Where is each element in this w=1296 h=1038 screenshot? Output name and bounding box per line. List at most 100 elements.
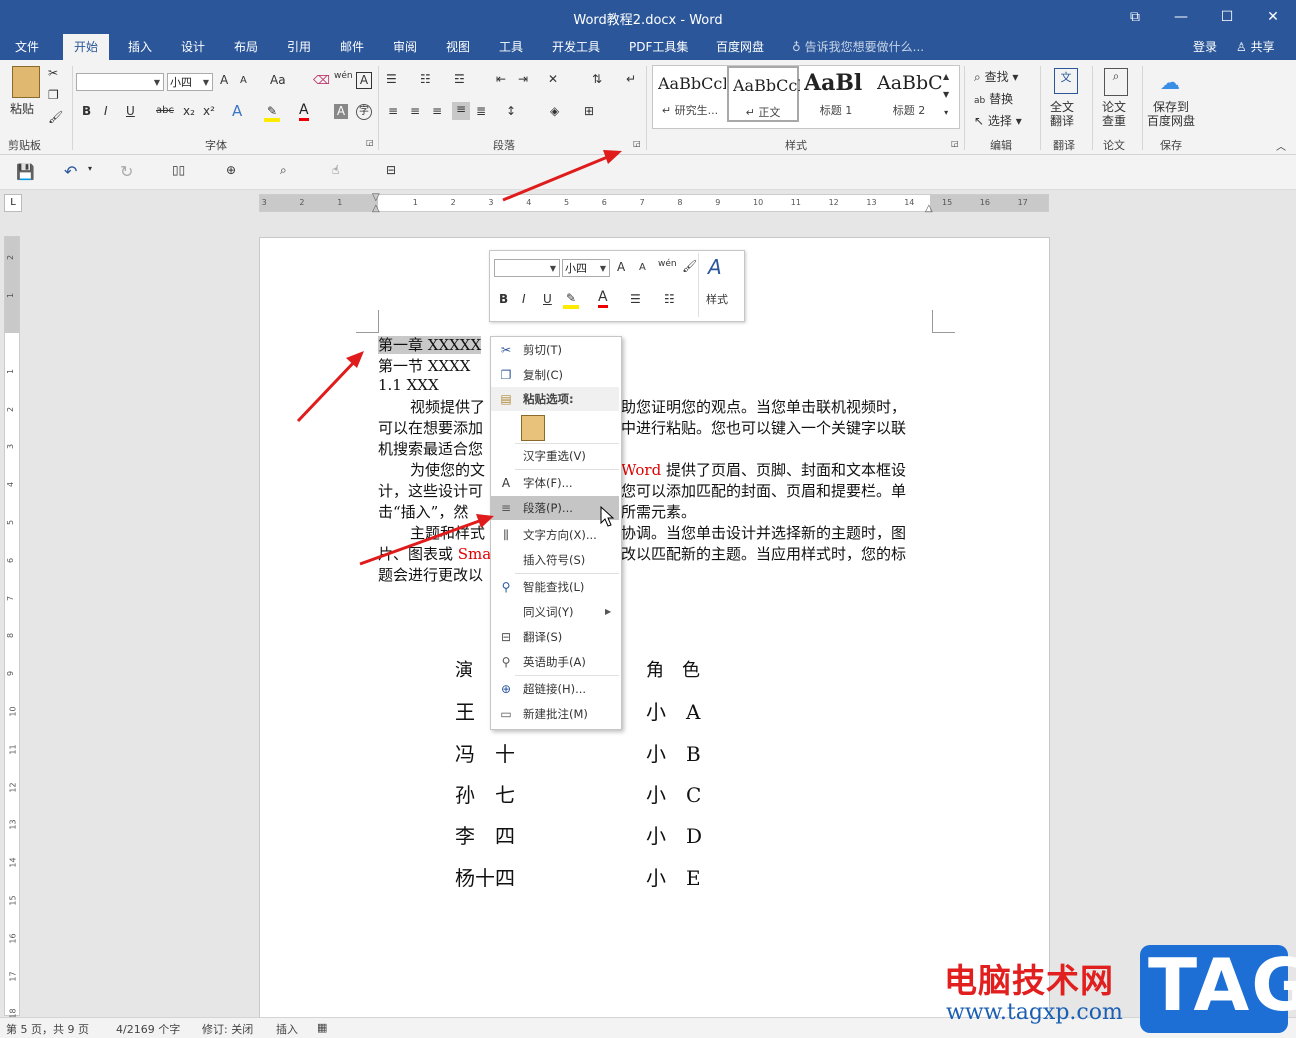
table-cell[interactable]: 杨十四 bbox=[455, 862, 515, 891]
menu-item-english-assistant[interactable]: ⚲ 英语助手(A) bbox=[491, 650, 619, 674]
tab-review[interactable]: 审阅 bbox=[393, 38, 417, 55]
tab-view[interactable]: 视图 bbox=[446, 38, 470, 55]
paper-check-icon[interactable]: ⌕ bbox=[1104, 68, 1128, 96]
style-heading-2[interactable]: AaBbC 标题 2 bbox=[873, 66, 945, 122]
track-changes-status[interactable]: 修订: 关闭 bbox=[202, 1021, 253, 1037]
tab-layout[interactable]: 布局 bbox=[234, 38, 258, 55]
translate-icon[interactable]: 文 bbox=[1054, 68, 1078, 94]
character-shading-icon[interactable]: A bbox=[334, 104, 348, 119]
menu-item-synonyms[interactable]: 同义词(Y) ▶ bbox=[491, 600, 619, 624]
mini-italic-button[interactable]: I bbox=[522, 292, 526, 306]
paste-icon[interactable] bbox=[12, 66, 40, 98]
table-cell[interactable]: 王 bbox=[455, 696, 475, 725]
login-link[interactable]: 登录 bbox=[1193, 38, 1217, 55]
para1-text[interactable]: 可以在想要添加 bbox=[378, 417, 483, 438]
vertical-ruler[interactable]: 2 1 1 2 3 4 5 6 7 8 9 10 11 12 13 14 15 16 17 18 bbox=[4, 236, 20, 1019]
change-case-icon[interactable]: Aa bbox=[270, 73, 286, 87]
para3-text[interactable]: 协调。当您单击设计并选择新的主题时，图 bbox=[621, 522, 906, 543]
paper-check-button[interactable]: 论文 查重 bbox=[1102, 100, 1126, 128]
replace-button[interactable]: ab 替换 bbox=[974, 90, 1013, 107]
styles-dialog-launcher-icon[interactable]: ◲ bbox=[951, 139, 959, 148]
justify-icon[interactable]: ≡ bbox=[452, 102, 470, 120]
tab-references[interactable]: 引用 bbox=[287, 38, 311, 55]
insert-mode-status[interactable]: 插入 bbox=[276, 1021, 298, 1037]
para1-text[interactable]: 机搜索最适合您 bbox=[378, 438, 483, 459]
section-heading[interactable]: 第一节 XXXX bbox=[378, 355, 470, 376]
font-dialog-launcher-icon[interactable]: ◲ bbox=[366, 138, 374, 147]
mini-font-name-combo[interactable]: ▼ bbox=[494, 259, 560, 277]
mini-underline-button[interactable]: U bbox=[543, 292, 552, 306]
tab-pdf-tools[interactable]: PDF工具集 bbox=[629, 38, 688, 55]
multilevel-list-icon[interactable]: ☲ bbox=[454, 72, 465, 86]
share-button[interactable]: ♙ 共享 bbox=[1236, 38, 1275, 55]
ribbon-display-icon[interactable]: ⧉ bbox=[1120, 6, 1150, 28]
menu-item-smart-lookup[interactable]: ⚲ 智能查找(L) bbox=[491, 575, 619, 599]
tab-tools[interactable]: 工具 bbox=[499, 38, 523, 55]
numbering-icon[interactable]: ☷ bbox=[420, 72, 431, 86]
line-spacing-icon[interactable]: ↕ bbox=[506, 104, 516, 118]
highlight-icon[interactable]: ✎ bbox=[264, 104, 280, 122]
font-color-icon[interactable]: A bbox=[299, 102, 309, 121]
clear-format-icon[interactable]: ⌫ bbox=[313, 73, 330, 87]
enclose-character-icon[interactable]: 字 bbox=[356, 104, 372, 120]
shading-icon[interactable]: ◈ bbox=[550, 104, 559, 118]
mini-highlight-icon[interactable]: ✎ bbox=[563, 291, 579, 309]
redo-icon[interactable]: ↻ bbox=[120, 162, 133, 181]
mini-font-color-icon[interactable]: A bbox=[598, 289, 608, 308]
table-cell[interactable]: 小 B bbox=[646, 738, 701, 767]
mini-grow-font-icon[interactable]: A bbox=[617, 260, 625, 274]
character-border-icon[interactable]: A bbox=[356, 72, 372, 89]
tab-file[interactable]: 文件 bbox=[15, 38, 39, 55]
tell-me-search[interactable]: ♁ 告诉我您想要做什么... bbox=[792, 38, 924, 55]
mini-numbering-icon[interactable]: ☷ bbox=[664, 292, 675, 306]
para3-text[interactable]: 题会进行更改以 bbox=[378, 564, 483, 585]
mini-bullets-icon[interactable]: ☰ bbox=[630, 292, 641, 306]
para3-text[interactable]: 主题和样式 bbox=[410, 522, 485, 543]
sort-icon[interactable]: ⇅ bbox=[592, 72, 602, 86]
tab-developer[interactable]: 开发工具 bbox=[552, 38, 600, 55]
close-button[interactable]: ✕ bbox=[1258, 6, 1288, 28]
minimize-button[interactable]: — bbox=[1166, 6, 1196, 28]
menu-item-translate[interactable]: ⊟ 翻译(S) bbox=[491, 625, 619, 649]
mini-phonetic-icon[interactable]: wén bbox=[658, 259, 677, 269]
increase-indent-icon[interactable]: ⇥ bbox=[518, 72, 528, 86]
borders-icon[interactable]: ⊞ bbox=[584, 104, 594, 118]
decrease-indent-icon[interactable]: ⇤ bbox=[496, 72, 506, 86]
tab-home[interactable]: 开始 bbox=[63, 34, 110, 60]
subscript-button[interactable]: x₂ bbox=[183, 104, 195, 118]
collapse-ribbon-icon[interactable]: ︿ bbox=[1276, 138, 1286, 153]
para2-text[interactable]: 计，这些设计可 bbox=[378, 480, 483, 501]
menu-item-cut[interactable]: ✂ 剪切(T) bbox=[491, 338, 619, 362]
para2-text[interactable]: 为使您的文 bbox=[410, 459, 485, 480]
shrink-font-icon[interactable]: A bbox=[240, 75, 247, 86]
mini-font-size-combo[interactable]: 小四 ▼ bbox=[562, 259, 610, 277]
table-cell[interactable]: 孙 七 bbox=[455, 779, 515, 808]
mini-bold-button[interactable]: B bbox=[499, 292, 508, 306]
table-cell[interactable]: 演 bbox=[455, 656, 473, 682]
para1-text[interactable]: 助您证明您的观点。当您单击联机视频时， bbox=[621, 396, 906, 417]
macro-record-icon[interactable]: ▦ bbox=[317, 1021, 327, 1034]
style-heading-1[interactable]: AaBl 标题 1 bbox=[800, 66, 872, 122]
chapter-heading[interactable]: 第一章 XXXXX bbox=[378, 334, 482, 355]
paste-keep-source-icon[interactable] bbox=[521, 415, 545, 441]
format-painter-icon[interactable]: 🖌 bbox=[48, 110, 63, 124]
copy-icon[interactable]: ❐ bbox=[48, 88, 59, 102]
select-button[interactable]: ↖ 选择 ▾ bbox=[974, 112, 1022, 129]
first-indent-marker[interactable]: ▽ bbox=[372, 192, 380, 203]
para3-text[interactable]: 改以匹配新的主题。当应用样式时，您的标 bbox=[621, 543, 906, 564]
table-cell[interactable]: 李 四 bbox=[455, 820, 515, 849]
strikethrough-button[interactable]: abc bbox=[156, 105, 174, 116]
customize-qat-icon[interactable]: ⊟ bbox=[386, 163, 396, 177]
page-count[interactable]: 第 5 页，共 9 页 bbox=[6, 1021, 89, 1037]
table-cell[interactable]: 冯 十 bbox=[455, 738, 515, 767]
save-to-baidu-button[interactable]: 保存到 百度网盘 bbox=[1147, 100, 1195, 128]
menu-item-copy[interactable]: ❐ 复制(C) bbox=[491, 363, 619, 387]
bullets-icon[interactable]: ☰ bbox=[386, 72, 397, 86]
para2-text[interactable]: 击“插入”，然 bbox=[378, 501, 468, 522]
tab-mailings[interactable]: 邮件 bbox=[340, 38, 364, 55]
para3-text[interactable]: 片、图表或 Sma bbox=[378, 543, 491, 564]
hanging-indent-marker[interactable]: △ bbox=[372, 203, 380, 214]
paragraph-dialog-launcher-icon[interactable]: ◲ bbox=[633, 139, 641, 148]
asian-layout-icon[interactable]: ✕ bbox=[548, 72, 558, 86]
align-right-icon[interactable]: ≡ bbox=[432, 104, 442, 118]
